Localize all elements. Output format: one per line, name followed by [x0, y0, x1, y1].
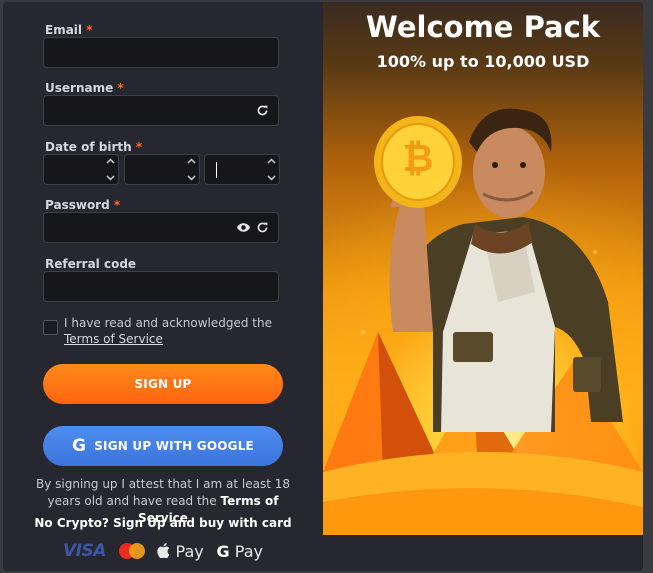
promo-title: Welcome Pack	[365, 10, 601, 44]
signup-form: Email * Username * Date of birth * Passw…	[3, 2, 323, 571]
spinner-icon[interactable]	[186, 158, 196, 181]
refresh-icon[interactable]	[252, 213, 272, 242]
coin-bitcoin-icon: ₿	[402, 136, 434, 180]
email-field[interactable]	[43, 37, 279, 68]
signup-button[interactable]: SIGN UP	[43, 364, 283, 404]
password-field[interactable]	[43, 212, 279, 243]
google-signup-button[interactable]: G SIGN UP WITH GOOGLE	[43, 426, 283, 466]
google-pay-text: Pay	[234, 541, 263, 561]
visa-logo: VISA	[63, 541, 106, 561]
dob-month-select[interactable]	[124, 154, 200, 185]
mastercard-logo	[118, 543, 145, 559]
password-label: Password *	[45, 198, 121, 212]
google-button-label: SIGN UP WITH GOOGLE	[94, 439, 254, 453]
terms-agreement: I have read and acknowledged the Terms o…	[64, 315, 294, 347]
payment-methods: VISA Pay G Pay	[63, 539, 263, 563]
signup-modal: Email * Username * Date of birth * Passw…	[3, 2, 643, 571]
no-crypto-link[interactable]: No Crypto? Sign Up and buy with card	[27, 516, 299, 530]
referral-field[interactable]	[43, 271, 279, 302]
text-cursor	[216, 162, 217, 178]
spinner-icon[interactable]	[105, 158, 115, 181]
dob-year-select[interactable]	[204, 154, 280, 185]
google-g-icon: G	[216, 541, 230, 561]
refresh-icon[interactable]	[252, 96, 272, 125]
adventurer-illustration	[323, 108, 643, 535]
spinner-icon[interactable]	[266, 158, 276, 181]
username-field[interactable]	[43, 95, 279, 126]
dob-label: Date of birth *	[45, 140, 143, 154]
dob-day-select[interactable]	[43, 154, 119, 185]
terms-link[interactable]: Terms of Service	[64, 332, 163, 346]
apple-pay-logo: Pay	[157, 541, 204, 561]
apple-pay-text: Pay	[175, 541, 204, 561]
signup-button-label: SIGN UP	[134, 377, 192, 391]
welcome-pack-banner: ₿ Welcome Pack 100% up to 10,000 USD	[323, 2, 643, 535]
terms-checkbox[interactable]	[43, 320, 58, 335]
apple-icon	[157, 542, 170, 558]
google-icon: G	[72, 436, 87, 456]
referral-label: Referral code	[45, 257, 137, 271]
eye-icon[interactable]	[233, 213, 253, 242]
email-label: Email *	[45, 23, 93, 37]
agree-text: I have read and acknowledged the	[64, 316, 272, 330]
username-label: Username *	[45, 81, 124, 95]
promo-subtitle: 100% up to 10,000 USD	[376, 52, 590, 71]
google-pay-logo: G Pay	[217, 542, 263, 561]
